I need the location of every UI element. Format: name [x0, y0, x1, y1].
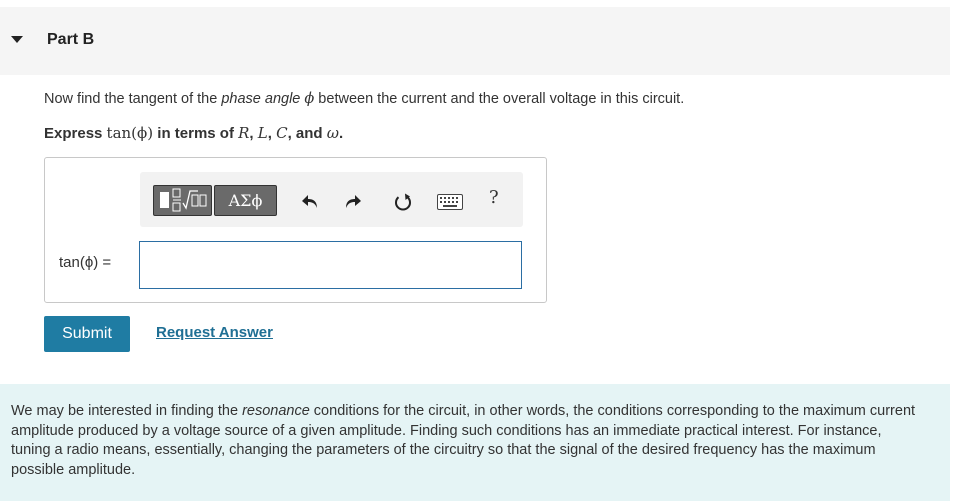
- var-c: C: [276, 124, 288, 142]
- reset-icon[interactable]: [393, 192, 413, 212]
- templates-icon: [160, 188, 207, 212]
- info-text-italic: resonance: [242, 403, 310, 419]
- templates-button[interactable]: [153, 185, 212, 216]
- phi-symbol: ϕ: [304, 91, 315, 107]
- instructions-prefix: Now find the tangent of the: [44, 91, 222, 107]
- express-prefix: Express: [44, 125, 107, 142]
- redo-icon[interactable]: [343, 192, 363, 212]
- instructions-italic: phase angle: [221, 91, 301, 107]
- instructions-suffix: between the current and the overall volt…: [314, 91, 685, 107]
- math-toolbar: ΑΣϕ ?: [140, 172, 523, 227]
- caret-down-icon[interactable]: [11, 36, 23, 43]
- part-title: Part B: [47, 31, 95, 48]
- answer-label: tan(ϕ) =: [59, 254, 112, 271]
- instructions: Now find the tangent of the phase angle …: [44, 91, 684, 107]
- express-and: and: [291, 125, 327, 142]
- greek-symbols-button[interactable]: ΑΣϕ: [214, 185, 277, 216]
- var-omega: ω: [326, 124, 339, 142]
- answer-input[interactable]: [139, 241, 522, 289]
- request-answer-link[interactable]: Request Answer: [156, 324, 273, 341]
- part-header[interactable]: Part B: [0, 7, 950, 75]
- help-button[interactable]: ?: [489, 187, 499, 208]
- undo-icon[interactable]: [300, 192, 320, 212]
- info-panel: We may be interested in finding the reso…: [0, 384, 950, 501]
- express-end: .: [338, 125, 344, 142]
- var-l: L: [257, 124, 268, 142]
- info-text-before: We may be interested in finding the: [11, 403, 243, 419]
- var-r: R: [238, 124, 250, 142]
- keyboard-icon[interactable]: [437, 194, 463, 210]
- express-instruction: Express tan(ϕ) in terms of R, L, C, and …: [44, 124, 344, 142]
- express-math: tan(ϕ): [106, 124, 154, 142]
- express-middle: in terms of: [153, 125, 239, 142]
- info-text: We may be interested in finding the reso…: [11, 402, 921, 480]
- submit-button[interactable]: Submit: [44, 316, 130, 352]
- answer-box: ΑΣϕ ? tan(ϕ) =: [44, 157, 547, 303]
